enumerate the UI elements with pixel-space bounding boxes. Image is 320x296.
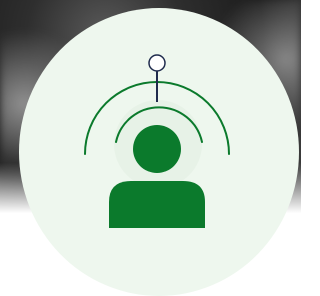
person-head: [133, 125, 181, 173]
icon-badge: [19, 6, 301, 296]
person-body: [109, 181, 205, 228]
antenna-node: [148, 54, 166, 72]
person-broadcast-icon: [19, 8, 299, 296]
